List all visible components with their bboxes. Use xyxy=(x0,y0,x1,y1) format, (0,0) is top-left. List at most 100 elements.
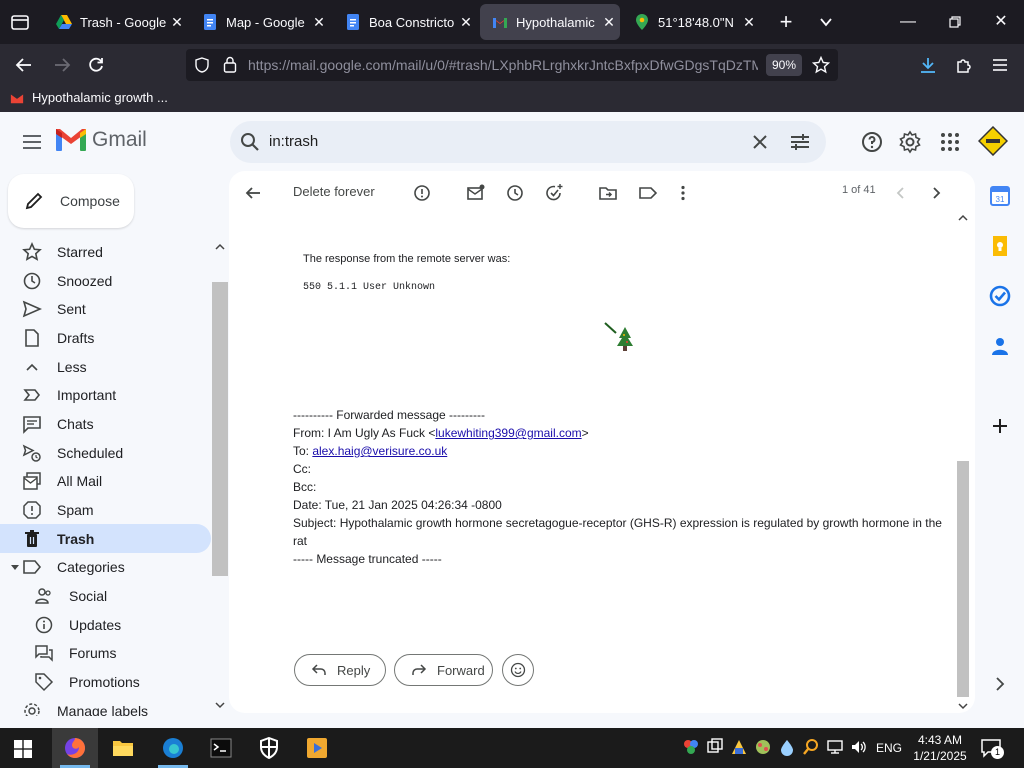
tasks-icon[interactable] xyxy=(988,284,1012,308)
url-bar[interactable]: https://mail.google.com/mail/u/0/#trash/… xyxy=(186,49,838,81)
main-menu-icon[interactable] xyxy=(20,130,44,154)
sidebar-item-important[interactable]: Important xyxy=(0,380,211,409)
extensions-button[interactable] xyxy=(952,53,976,77)
sidebar-item-manage-labels[interactable]: Manage labels xyxy=(0,696,211,716)
scroll-up-icon[interactable] xyxy=(958,213,968,223)
tab-boa-constrictor[interactable]: Boa Constrictor ✕ xyxy=(333,4,477,40)
sidebar-item-updates[interactable]: Updates xyxy=(0,610,211,639)
back-button[interactable] xyxy=(12,53,36,77)
close-icon[interactable]: ✕ xyxy=(166,14,188,31)
snooze-icon[interactable] xyxy=(505,183,525,203)
bluetooth-icon[interactable] xyxy=(754,738,772,756)
close-icon[interactable]: ✕ xyxy=(455,14,477,31)
app-menu-button[interactable] xyxy=(988,53,1012,77)
sidebar-item-drafts[interactable]: Drafts xyxy=(0,323,211,352)
sidebar-item-chats[interactable]: Chats xyxy=(0,409,211,438)
taskbar-edge[interactable] xyxy=(150,728,196,768)
search-bar[interactable]: in:trash xyxy=(230,121,826,163)
tab-list-icon[interactable] xyxy=(10,12,30,32)
list-all-tabs-button[interactable] xyxy=(814,10,838,34)
scrollbar-thumb[interactable] xyxy=(212,282,228,576)
sidebar-item-less[interactable]: Less xyxy=(0,352,211,381)
calendar-icon[interactable]: 31 xyxy=(988,184,1012,208)
from-email-link[interactable]: lukewhiting399@gmail.com xyxy=(435,426,581,440)
sidebar-item-social[interactable]: Social xyxy=(0,581,211,610)
tab-trash-google-drive[interactable]: Trash - Google Drive ✕ xyxy=(44,4,188,40)
sidebar-item-promotions[interactable]: Promotions xyxy=(0,667,211,696)
tab-map-google-docs[interactable]: Map - Google Docs ✕ xyxy=(190,4,330,40)
sidebar-item-starred[interactable]: Starred xyxy=(0,240,211,266)
sidebar-item-forums[interactable]: Forums xyxy=(0,638,211,667)
taskbar-security[interactable] xyxy=(246,728,292,768)
star-bookmark-icon[interactable] xyxy=(812,56,830,74)
sidebar-item-spam[interactable]: Spam xyxy=(0,495,211,524)
scroll-down-icon[interactable] xyxy=(958,701,968,711)
restore-button[interactable] xyxy=(943,10,967,34)
close-icon[interactable]: ✕ xyxy=(308,14,330,31)
lock-icon[interactable] xyxy=(222,56,238,73)
search-tray-icon[interactable] xyxy=(802,738,820,756)
search-icon[interactable] xyxy=(238,130,262,154)
forward-button[interactable]: Forward xyxy=(394,654,493,686)
url-text[interactable]: https://mail.google.com/mail/u/0/#trash/… xyxy=(248,57,758,73)
windows-start-icon[interactable] xyxy=(14,740,32,758)
scroll-up-icon[interactable] xyxy=(215,242,225,252)
sidebar-item-all-mail[interactable]: All Mail xyxy=(0,466,211,495)
sidebar-item-categories[interactable]: Categories xyxy=(0,552,211,581)
move-to-icon[interactable] xyxy=(598,183,618,203)
search-options-icon[interactable] xyxy=(788,130,812,154)
network-icon[interactable] xyxy=(826,738,844,756)
downloads-button[interactable] xyxy=(916,53,940,77)
taskbar-file-explorer[interactable] xyxy=(100,728,146,768)
back-to-trash-icon[interactable] xyxy=(243,183,263,203)
settings-gear-icon[interactable] xyxy=(898,130,922,154)
zoom-level-badge[interactable]: 90% xyxy=(766,54,802,76)
contacts-icon[interactable] xyxy=(988,334,1012,358)
message-scrollbar[interactable] xyxy=(955,213,971,713)
reload-button[interactable] xyxy=(84,53,108,77)
report-spam-icon[interactable] xyxy=(412,183,432,203)
sidebar-item-trash[interactable]: Trash xyxy=(0,524,211,553)
emoji-reaction-button[interactable] xyxy=(502,654,534,686)
bookmark-hypothalamic[interactable]: Hypothalamic growth ... xyxy=(10,90,168,105)
add-to-tasks-icon[interactable] xyxy=(544,183,564,203)
caret-down-icon[interactable] xyxy=(10,562,20,572)
task-view-icon[interactable] xyxy=(706,738,724,756)
notification-center-button[interactable]: 1 xyxy=(980,738,1004,760)
sidebar-scrollbar[interactable] xyxy=(212,242,228,716)
reply-button[interactable]: Reply xyxy=(294,654,386,686)
tab-hypothalamic-growth[interactable]: Hypothalamic growth hormone ✕ xyxy=(480,4,620,40)
color-wheel-icon[interactable] xyxy=(682,738,700,756)
to-email-link[interactable]: alex.haig@verisure.co.uk xyxy=(312,444,447,458)
newer-message-icon[interactable] xyxy=(891,183,911,203)
show-side-panel-icon[interactable] xyxy=(988,672,1012,696)
keep-icon[interactable] xyxy=(988,234,1012,258)
volume-icon[interactable] xyxy=(850,738,868,756)
mark-unread-icon[interactable] xyxy=(466,183,486,203)
help-icon[interactable] xyxy=(860,130,884,154)
add-apps-icon[interactable] xyxy=(988,414,1012,438)
delete-forever-button[interactable]: Delete forever xyxy=(293,184,375,199)
scroll-down-icon[interactable] xyxy=(215,700,225,710)
label-as-icon[interactable] xyxy=(638,183,658,203)
taskbar-terminal[interactable] xyxy=(198,728,244,768)
steam-icon[interactable] xyxy=(730,738,748,756)
close-window-button[interactable]: ✕ xyxy=(989,10,1013,34)
tab-coordinates[interactable]: 51°18'48.0"N 0°4 ✕ xyxy=(622,4,760,40)
close-icon[interactable]: ✕ xyxy=(598,14,620,31)
system-clock[interactable]: 4:43 AM 1/21/2025 xyxy=(910,732,970,764)
taskbar-firefox[interactable] xyxy=(52,728,98,768)
search-input[interactable]: in:trash xyxy=(269,133,318,150)
gmail-logo[interactable]: Gmail xyxy=(56,128,147,152)
clear-search-icon[interactable] xyxy=(748,130,772,154)
sidebar-item-sent[interactable]: Sent xyxy=(0,294,211,323)
more-options-icon[interactable] xyxy=(673,183,693,203)
close-icon[interactable]: ✕ xyxy=(738,14,760,31)
water-drop-icon[interactable] xyxy=(778,738,796,756)
taskbar-media-player[interactable] xyxy=(294,728,340,768)
compose-button[interactable]: Compose xyxy=(8,174,134,228)
google-apps-icon[interactable] xyxy=(938,130,962,154)
shield-icon[interactable] xyxy=(194,57,210,73)
older-message-icon[interactable] xyxy=(926,183,946,203)
sidebar-item-scheduled[interactable]: Scheduled xyxy=(0,438,211,467)
